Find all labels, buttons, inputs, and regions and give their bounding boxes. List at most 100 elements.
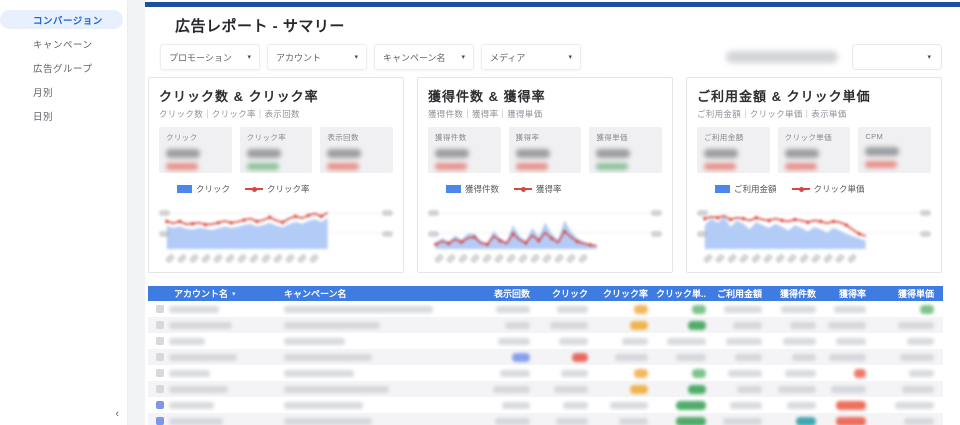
chevron-down-icon: ▾: [568, 54, 572, 61]
cell-value-blurred: [505, 321, 530, 329]
cell-clicks: [536, 417, 594, 425]
card-title: 獲得件数 & 獲得率: [428, 89, 546, 104]
table-row[interactable]: [148, 301, 943, 317]
filter-dropdown-1[interactable]: プロモーション ▾: [160, 44, 260, 70]
axis-tick-label-blurred: [428, 210, 439, 216]
x-tick-blurred: [296, 253, 308, 264]
cell-value-blurred: [904, 417, 934, 425]
x-tick-blurred: [541, 253, 553, 264]
column-header-ctr[interactable]: クリック率: [594, 287, 654, 300]
cell-acq: [768, 321, 822, 329]
kpi-value-blurred: [166, 149, 201, 158]
column-header-clicks[interactable]: クリック: [536, 287, 594, 300]
filter-label: キャンペーン名: [383, 52, 446, 63]
table-row[interactable]: [148, 333, 943, 349]
column-header-cvr[interactable]: 獲得率: [822, 287, 872, 300]
cell-text-blurred: [284, 353, 372, 361]
kpi-label: クリック: [166, 133, 198, 142]
kpi-tile: 獲得件数: [428, 127, 501, 173]
x-tick-blurred: [272, 253, 284, 264]
column-header-label: キャンペーン名: [284, 289, 347, 299]
campaign-table: アカウント名 ▾ キャンペーン名 表示回数 クリック クリック率 クリック単.. ご利用金額 獲…: [148, 286, 943, 425]
x-tick-blurred: [714, 253, 726, 264]
x-tick-blurred: [236, 253, 248, 264]
status-chip: [676, 416, 706, 425]
sort-desc-icon: ▾: [232, 290, 236, 298]
kpi-delta-blurred: [515, 163, 548, 170]
sidebar-collapse-button[interactable]: ‹: [115, 409, 119, 420]
cell-campaign: [278, 369, 468, 377]
kpi-delta-blurred: [704, 163, 736, 170]
sidebar-item-2[interactable]: キャンペーン: [0, 34, 123, 53]
legend-label: クリック: [196, 184, 231, 194]
x-tick-blurred: [433, 253, 445, 264]
cell-cost: [712, 385, 768, 393]
cell-ctr: [594, 353, 654, 361]
filter-dropdown-2[interactable]: アカウント ▾: [267, 44, 367, 70]
x-tick-blurred: [200, 253, 212, 264]
cell-value-blurred: [622, 337, 648, 345]
cell-value-blurred: [493, 385, 530, 393]
account-icon: [156, 385, 164, 393]
status-chip: [692, 368, 706, 378]
column-header-cpa[interactable]: 獲得単価: [872, 287, 940, 300]
column-header-campaign[interactable]: キャンペーン名: [278, 287, 468, 300]
column-header-imps[interactable]: 表示回数: [468, 287, 536, 300]
table-row[interactable]: [148, 317, 943, 333]
cell-value-blurred: [723, 417, 762, 425]
card-subtitle: 獲得件数｜獲得率｜獲得単価: [428, 109, 543, 119]
legend-item-line: クリック率: [245, 183, 310, 195]
kpi-delta-blurred: [784, 163, 817, 170]
x-tick-blurred: [517, 253, 529, 264]
page-title: 広告レポート - サマリー: [175, 18, 345, 35]
kpi-value-blurred: [784, 149, 819, 158]
status-chip: [920, 304, 934, 314]
cell-value-blurred: [733, 321, 762, 329]
timeseries-chart: [428, 199, 662, 264]
column-header-label: 獲得率: [838, 289, 866, 299]
table-row[interactable]: [148, 365, 943, 381]
cell-text-blurred: [169, 337, 205, 345]
sidebar-item-4[interactable]: 月別: [0, 82, 123, 101]
column-header-cpc[interactable]: クリック単..: [654, 287, 712, 300]
cell-ctr: [594, 384, 654, 394]
axis-tick-label-blurred: [382, 231, 393, 237]
cell-value-blurred: [554, 385, 588, 393]
legend-item-line: クリック単価: [791, 183, 865, 195]
cell-value-blurred: [563, 401, 588, 409]
table-row[interactable]: [148, 381, 943, 397]
x-tick-blurred: [224, 253, 236, 264]
date-range-dropdown[interactable]: ▾: [852, 44, 942, 70]
cell-value-blurred: [778, 385, 816, 393]
x-tick-blurred: [846, 253, 858, 264]
filter-dropdown-4[interactable]: メディア ▾: [481, 44, 581, 70]
kpi-delta-blurred: [596, 163, 629, 170]
cell-cost: [712, 353, 768, 361]
account-icon: [156, 337, 164, 345]
sidebar-item-1[interactable]: コンバージョン: [0, 10, 123, 29]
account-icon: [156, 321, 164, 329]
status-chip: [796, 416, 816, 425]
cell-account: [148, 353, 278, 361]
table-row[interactable]: [148, 349, 943, 365]
table-row[interactable]: [148, 413, 943, 425]
cell-cvr: [822, 400, 872, 410]
status-chip: [854, 368, 866, 378]
legend-item-bar: クリック: [177, 183, 230, 195]
kpi-value-blurred: [327, 149, 362, 158]
kpi-value-blurred: [596, 149, 631, 158]
column-header-cost[interactable]: ご利用金額: [712, 287, 768, 300]
legend-label: クリック率: [267, 184, 310, 194]
filter-dropdown-3[interactable]: キャンペーン名 ▾: [374, 44, 474, 70]
cell-cpa: [872, 385, 940, 393]
axis-tick-label-blurred: [920, 231, 931, 237]
sidebar-item-3[interactable]: 広告グループ: [0, 58, 123, 77]
table-row[interactable]: [148, 397, 943, 413]
column-header-account[interactable]: アカウント名 ▾: [148, 287, 278, 300]
cell-value-blurred: [559, 337, 588, 345]
cell-imps: [468, 305, 536, 313]
date-range-value[interactable]: [726, 51, 838, 63]
column-header-acq[interactable]: 獲得件数: [768, 287, 822, 300]
sidebar-item-5[interactable]: 日別: [0, 106, 123, 125]
status-chip: [836, 416, 866, 425]
